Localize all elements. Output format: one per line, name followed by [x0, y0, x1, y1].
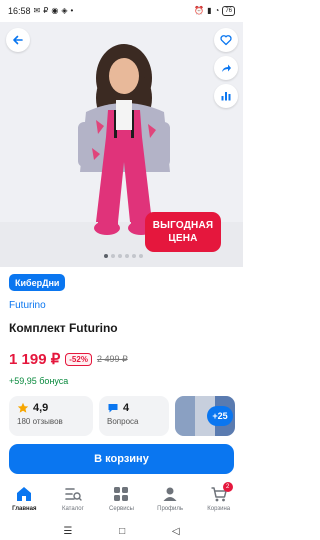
cart-count-badge: 2	[222, 482, 233, 492]
nav-item-catalog[interactable]: Каталог	[49, 484, 97, 512]
nav-item-services[interactable]: Сервисы	[97, 484, 145, 512]
back-triangle-icon[interactable]: ◁	[172, 526, 180, 537]
wifi-icon: ◔	[214, 6, 220, 15]
notification-icon: ✉	[33, 6, 41, 15]
promo-line-1: ВЫГОДНАЯ	[152, 220, 214, 231]
share-arrow-icon	[222, 64, 231, 72]
carousel-dot[interactable]	[125, 254, 129, 258]
carousel-dots	[104, 254, 143, 258]
star-icon	[17, 402, 29, 413]
bonus-text: +59,95 бонуса	[9, 376, 69, 386]
nav-label: Главная	[12, 506, 37, 512]
more-icon: •	[70, 6, 74, 15]
nav-item-home[interactable]: Главная	[0, 484, 48, 512]
nav-label: Каталог	[61, 506, 84, 512]
carousel-dot[interactable]	[139, 254, 143, 258]
customer-photo	[175, 396, 195, 436]
questions-card[interactable]: 4 Вопроса	[99, 396, 169, 436]
alarm-icon: ⏰	[194, 6, 205, 15]
promo-sticker: ВЫГОДНАЯ ЦЕНА	[145, 212, 221, 252]
price-row: 1 199 ₽ -52% 2 499 ₽	[9, 350, 128, 368]
game-icon: ◈	[61, 6, 68, 15]
brand-link[interactable]: Futurino	[9, 300, 46, 311]
questions-label: Вопроса	[107, 417, 139, 426]
recent-apps-icon[interactable]: ☰	[63, 526, 72, 537]
compare-icon	[221, 92, 231, 101]
nav-label: Корзина	[207, 506, 231, 512]
reviews-card[interactable]: 4,9 180 отзывов	[9, 396, 93, 436]
questions-count: 4	[123, 402, 130, 414]
share-button[interactable]	[214, 56, 238, 80]
promo-line-2: ЦЕНА	[168, 233, 198, 244]
home-square-icon[interactable]: □	[119, 526, 125, 537]
nav-item-cart[interactable]: 2 Корзина	[195, 482, 243, 512]
favorite-button[interactable]	[214, 28, 238, 52]
rating-value: 4,9	[33, 402, 49, 414]
current-price: 1 199 ₽	[9, 351, 61, 368]
notification-icon: ◉	[51, 6, 59, 15]
arrow-left-icon	[13, 35, 23, 45]
carousel-dot[interactable]	[118, 254, 122, 258]
chat-bubble-icon	[108, 404, 118, 413]
more-photos-badge[interactable]: +25	[207, 406, 233, 426]
compare-button[interactable]	[214, 84, 238, 108]
status-bar: 16:58 ✉ ₽ ◉ ◈ • ⏰ ▮ ◔ 76	[0, 0, 243, 22]
nav-label: Сервисы	[109, 506, 134, 512]
back-button[interactable]	[6, 28, 30, 52]
product-image-carousel[interactable]: ВЫГОДНАЯ ЦЕНА	[0, 22, 243, 267]
old-price: 2 499 ₽	[96, 353, 128, 364]
carousel-dot[interactable]	[132, 254, 136, 258]
carousel-dot[interactable]	[104, 254, 108, 258]
system-navigation: ☰ □ ◁	[0, 522, 243, 540]
product-title: Комплект Futurino	[9, 321, 118, 335]
ruble-icon: ₽	[43, 6, 49, 15]
discount-badge: -52%	[65, 352, 92, 366]
signal-icon: ▮	[207, 6, 212, 15]
profile-icon	[163, 487, 177, 501]
nav-item-profile[interactable]: Профиль	[146, 484, 194, 512]
add-to-cart-button[interactable]: В корзину	[9, 444, 234, 474]
promo-badge[interactable]: КиберДни	[9, 274, 66, 291]
services-icon	[114, 487, 129, 501]
home-icon	[17, 487, 32, 501]
bottom-navigation: Главная Каталог Сервисы Профиль 2 Корзин…	[0, 480, 243, 522]
customer-photos[interactable]: +25	[175, 396, 235, 436]
heart-icon	[220, 35, 232, 46]
reviews-count: 180 отзывов	[17, 417, 63, 426]
carousel-dot[interactable]	[111, 254, 115, 258]
status-time: 16:58	[8, 6, 31, 16]
catalog-icon	[65, 488, 82, 501]
nav-label: Профиль	[157, 506, 184, 512]
battery-icon: 76	[222, 6, 235, 16]
